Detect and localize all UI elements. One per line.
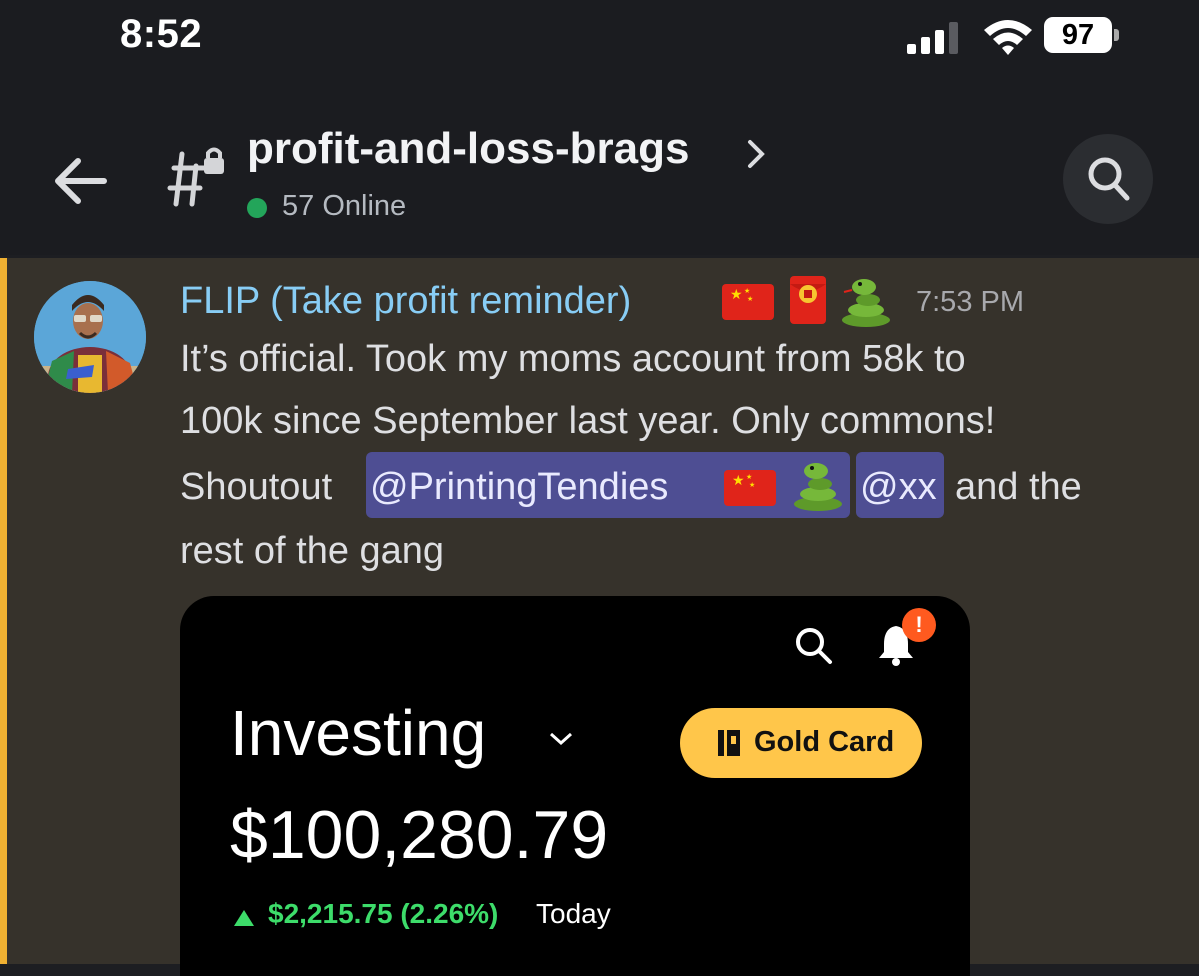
mention-text: @PrintingTendies (370, 466, 669, 508)
svg-text:★: ★ (732, 473, 745, 489)
snake-emoji (794, 463, 842, 511)
card-icon (718, 730, 740, 756)
signal-icon (907, 22, 958, 54)
status-time: 8:52 (120, 12, 203, 56)
china-flag-emoji: ★ ★ ★ (722, 284, 774, 320)
snake-emoji (842, 279, 890, 327)
wifi-icon (984, 20, 1032, 55)
online-status-dot (247, 198, 267, 218)
svg-text:★: ★ (749, 481, 755, 489)
chevron-right-icon[interactable] (744, 138, 768, 170)
message-username[interactable]: FLIP (Take profit reminder) (180, 280, 631, 323)
portfolio-balance: $100,280.79 (230, 797, 609, 873)
china-flag-emoji: ★ ★ ★ (724, 470, 776, 506)
red-envelope-emoji (790, 276, 826, 324)
message-text-line: rest of the gang (180, 530, 445, 572)
back-arrow-icon[interactable] (52, 156, 108, 206)
message-text-line: and the (955, 466, 1082, 508)
mention-pill[interactable]: @xx (856, 452, 944, 518)
search-button[interactable] (1063, 134, 1153, 224)
gold-card-button: Gold Card (680, 708, 922, 778)
online-count: 57 Online (282, 190, 407, 222)
message-timestamp: 7:53 PM (916, 286, 1024, 318)
mention-highlight-bar (0, 258, 7, 964)
message-text-line: 100k since September last year. Only com… (180, 400, 996, 442)
svg-text:★: ★ (746, 473, 752, 481)
locked-channel-icon (167, 147, 224, 207)
svg-text:★: ★ (730, 287, 743, 303)
battery-level: 97 (1061, 19, 1095, 51)
change-period: Today (536, 898, 611, 929)
channel-name[interactable]: profit-and-loss-brags (247, 124, 689, 174)
svg-text:★: ★ (747, 295, 753, 303)
alert-badge: ! (902, 608, 936, 642)
triangle-up-icon (234, 910, 254, 926)
daily-change: $2,215.75 (2.26%) (268, 898, 499, 929)
search-icon (1088, 157, 1130, 201)
message-text-line: Shoutout (180, 466, 333, 508)
chevron-down-icon (549, 732, 573, 746)
embed-title: Investing (230, 697, 487, 769)
avatar[interactable] (34, 281, 146, 393)
search-icon (796, 628, 832, 664)
gold-card-label: Gold Card (754, 726, 895, 758)
status-bar: 8:52 97 (0, 0, 1199, 80)
svg-text:★: ★ (744, 287, 750, 295)
mention-pill[interactable]: @PrintingTendies ★ ★ ★ (366, 452, 850, 518)
image-attachment[interactable]: ! Investing Gold Card $100,280.79 $2,215… (180, 596, 970, 976)
battery-icon: 97 (1044, 17, 1120, 55)
message-item: FLIP (Take profit reminder) ★ ★ ★ 7:53 P… (0, 258, 1199, 976)
channel-header: profit-and-loss-brags 57 Online (0, 80, 1199, 338)
message-text-line: It’s official. Took my moms account from… (180, 338, 966, 380)
mention-text: @xx (860, 466, 937, 508)
